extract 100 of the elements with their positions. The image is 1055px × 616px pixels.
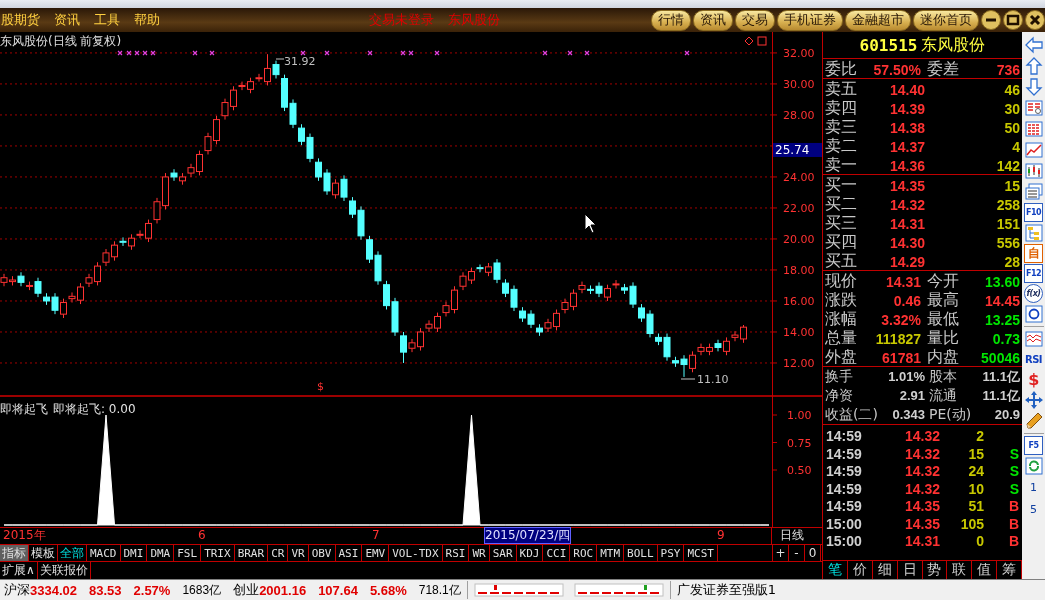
tick-time: 14:59 — [826, 445, 863, 462]
time-axis-label: 2015年 — [3, 528, 46, 544]
order-volume: 4 — [1011, 138, 1020, 155]
move-cross-icon[interactable] — [1023, 390, 1044, 411]
tool-button[interactable]: F12 — [1024, 264, 1043, 284]
field-value: 3.32% — [880, 311, 921, 328]
refresh-icon[interactable] — [1023, 456, 1044, 477]
order-price: 14.32 — [888, 196, 925, 213]
tool-button[interactable]: $ — [1024, 370, 1043, 390]
indicator-tab[interactable]: WR — [469, 545, 490, 562]
indicator-tab[interactable]: MTM — [597, 545, 625, 562]
grid-icon[interactable] — [1023, 119, 1044, 140]
indicator-tab[interactable]: BOLL — [624, 545, 658, 562]
price-axis-label: 14.00 — [783, 326, 815, 340]
square-icon[interactable] — [757, 36, 767, 46]
login-status: 东风股份 — [448, 11, 500, 30]
tool-button[interactable]: RSI — [1024, 350, 1043, 370]
menu-item[interactable]: 资讯 — [54, 11, 80, 30]
menu-item[interactable]: 帮助 — [134, 11, 160, 30]
diamond-icon[interactable] — [744, 36, 754, 46]
indicator-tab[interactable]: VR — [288, 545, 309, 562]
tool-button[interactable]: 自 — [1024, 244, 1043, 264]
menu-item[interactable]: 股期货 — [1, 11, 40, 30]
index-percent: 2.57% — [133, 582, 171, 598]
field-value: 11.1亿 — [981, 386, 1020, 405]
field-value: 50046 — [980, 349, 1020, 366]
nav-button[interactable]: 行情 — [651, 9, 691, 31]
page-button[interactable]: 1 — [1030, 477, 1037, 499]
order-level-label: 卖五 — [825, 79, 858, 100]
menu-item[interactable]: 工具 — [94, 11, 120, 30]
nav-button[interactable]: 手机证券 — [777, 9, 843, 31]
zoom-button[interactable]: + — [773, 545, 789, 562]
order-level-label: 买二 — [825, 194, 858, 215]
tool-button[interactable]: f(x) — [1024, 284, 1043, 304]
index-change: 83.53 — [89, 582, 122, 598]
minimize-icon[interactable] — [981, 10, 1001, 31]
order-level-label: 卖三 — [825, 117, 858, 138]
turnover-amount: 718.1亿 — [418, 581, 461, 599]
order-level-label: 卖一 — [825, 155, 858, 177]
indicator-axis-label: 0.50 — [787, 464, 812, 478]
order-level-label: 买四 — [825, 232, 858, 253]
line-chart-icon[interactable] — [1023, 140, 1044, 161]
maximize-icon[interactable] — [1003, 10, 1023, 31]
index-value: 2001.16 — [259, 582, 307, 598]
order-volume: 15 — [1003, 177, 1020, 194]
price-axis-label: 18.00 — [783, 264, 815, 278]
price-axis-label: 12.00 — [783, 357, 815, 371]
tick-price: 14.32 — [903, 445, 940, 462]
indicator-tab[interactable]: VOL-TDX — [389, 545, 443, 562]
index-value: 3334.02 — [30, 582, 77, 598]
page-button[interactable]: 5 — [1030, 499, 1037, 521]
field-value: 14.31 — [884, 273, 921, 290]
extra-tab[interactable]: 关联报价 — [37, 562, 91, 580]
tool-button[interactable]: F10 — [1024, 203, 1043, 223]
tick-time: 14:59 — [826, 428, 863, 445]
stock-name: 东风股份 — [921, 34, 986, 56]
extra-tab[interactable]: 扩展∧ — [0, 562, 38, 580]
wave-chart-icon[interactable] — [1023, 329, 1044, 350]
order-volume: 46 — [1003, 81, 1020, 98]
login-status: 交易未登录 — [369, 11, 434, 30]
time-axis-label: 9 — [717, 528, 725, 544]
field-value: 1.01% — [887, 369, 925, 385]
field-label: PE(动) — [928, 405, 973, 424]
order-price: 14.29 — [888, 253, 925, 270]
field-value: 11.1亿 — [981, 367, 1020, 386]
field-label: 委比 — [825, 59, 858, 81]
field-label: 净资 — [825, 386, 854, 405]
down-arrow-icon[interactable] — [1023, 77, 1044, 98]
indicator-tab[interactable]: TRIX — [201, 545, 235, 562]
tick-volume: 51 — [967, 498, 984, 515]
price-axis-label: 22.00 — [783, 202, 815, 216]
list-icon[interactable] — [1023, 98, 1044, 119]
tick-time: 14:59 — [826, 498, 863, 515]
candle-icon[interactable] — [1023, 161, 1044, 182]
close-icon[interactable] — [1025, 10, 1045, 31]
indicator-tab[interactable]: 模板 — [29, 545, 58, 562]
indicator-tab[interactable]: MACD — [87, 545, 121, 562]
field-label: 总量 — [825, 328, 858, 349]
period-label[interactable]: 日线 — [772, 528, 804, 545]
time-axis-label: 7 — [372, 528, 380, 544]
nav-button[interactable]: 资讯 — [693, 9, 733, 31]
field-label: 涨跌 — [825, 290, 858, 311]
turnover-amount: 1683亿 — [182, 581, 222, 599]
trade-side: S — [1008, 480, 1019, 497]
order-volume: 556 — [995, 234, 1020, 251]
back-arrow-icon[interactable] — [1023, 35, 1044, 56]
indicator-axis-label: 0.75 — [787, 436, 812, 450]
document-icon[interactable] — [1023, 182, 1044, 203]
pencil-icon[interactable] — [1023, 411, 1044, 432]
nav-button[interactable]: 金融超市 — [845, 9, 911, 31]
nav-button[interactable]: 迷你首页 — [913, 9, 979, 31]
nav-button[interactable]: 交易 — [735, 9, 775, 31]
tick-time: 15:00 — [826, 515, 863, 532]
indicator-tab[interactable]: 指标 — [0, 545, 29, 562]
indicator-tab[interactable]: ASI — [335, 545, 363, 562]
tool-button[interactable]: F5 — [1024, 436, 1043, 456]
indicator-tab[interactable]: MCST — [684, 545, 718, 562]
indicator-tab[interactable]: 全部 — [58, 545, 87, 562]
field-value: 61781 — [881, 349, 921, 366]
up-arrow-icon[interactable] — [1023, 56, 1044, 77]
